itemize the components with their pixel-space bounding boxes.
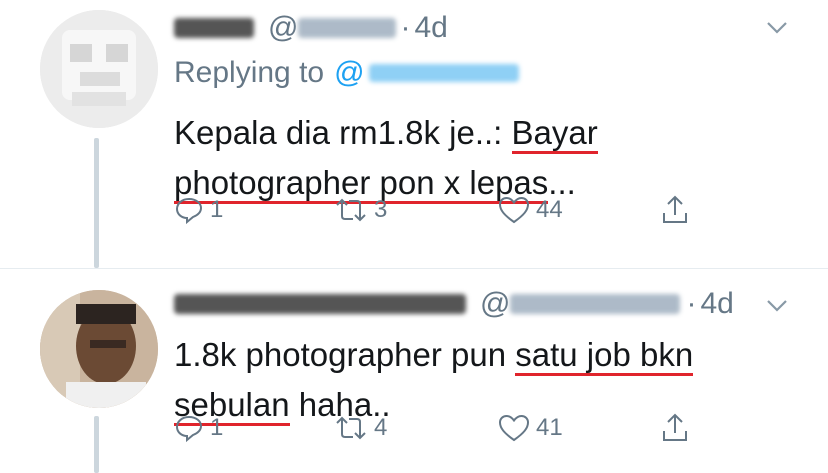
underlined-text: Bayar	[511, 114, 598, 154]
share-icon	[660, 194, 690, 226]
share-button[interactable]	[660, 412, 690, 444]
share-icon	[660, 412, 690, 444]
thread-line	[94, 138, 99, 268]
retweet-count: 3	[374, 196, 388, 223]
handle-prefix[interactable]: @	[480, 287, 510, 321]
handle-prefix[interactable]: @	[268, 11, 298, 45]
display-name[interactable]	[174, 294, 466, 314]
replying-to-label: Replying to	[174, 56, 325, 89]
like-button[interactable]: 41	[498, 413, 563, 443]
reply-button[interactable]: 1	[174, 413, 223, 443]
retweet-button[interactable]: 3	[334, 195, 387, 225]
timestamp[interactable]: 4d	[414, 11, 447, 45]
separator-dot: ·	[686, 287, 697, 320]
display-name[interactable]	[174, 18, 254, 38]
separator-dot: ·	[400, 11, 411, 44]
replying-to-handle-blurred[interactable]	[368, 64, 519, 82]
retweet-count: 4	[374, 414, 388, 441]
heart-icon	[498, 413, 530, 443]
reply-count: 1	[210, 414, 224, 441]
heart-icon	[498, 195, 530, 225]
tweet-1[interactable]: @ · 4d Replying to @ Kepala dia rm1.8k j…	[0, 0, 828, 268]
retweet-icon	[334, 413, 368, 443]
like-count: 41	[536, 414, 563, 441]
handle[interactable]	[510, 294, 681, 314]
reply-icon	[174, 195, 204, 225]
like-button[interactable]: 44	[498, 195, 563, 225]
retweet-icon	[334, 195, 368, 225]
reply-count: 1	[210, 196, 224, 223]
avatar[interactable]	[40, 290, 158, 408]
chevron-down-icon[interactable]	[764, 292, 790, 323]
tweet-text: Kepala dia rm1.8k je..: Bayar photographe…	[174, 108, 794, 208]
replying-to: Replying to @	[174, 56, 519, 90]
reply-button[interactable]: 1	[174, 195, 223, 225]
tweet-text: 1.8k photographer pun satu job bkn sebula…	[174, 330, 794, 430]
replying-to-handle[interactable]: @	[334, 56, 364, 90]
like-count: 44	[536, 196, 563, 223]
reply-icon	[174, 413, 204, 443]
tweet-2[interactable]: @ · 4d 1.8k photographer pun satu job bk…	[0, 268, 828, 473]
chevron-down-icon[interactable]	[764, 14, 790, 45]
timestamp[interactable]: 4d	[700, 287, 733, 321]
avatar[interactable]	[40, 10, 158, 128]
thread-line	[94, 416, 99, 473]
retweet-button[interactable]: 4	[334, 413, 387, 443]
tweet-header: @ · 4d	[174, 284, 734, 324]
tweet-header: @ · 4d	[174, 8, 448, 48]
share-button[interactable]	[660, 194, 690, 226]
underlined-text: satu job bkn	[515, 336, 694, 376]
handle[interactable]	[298, 18, 397, 38]
